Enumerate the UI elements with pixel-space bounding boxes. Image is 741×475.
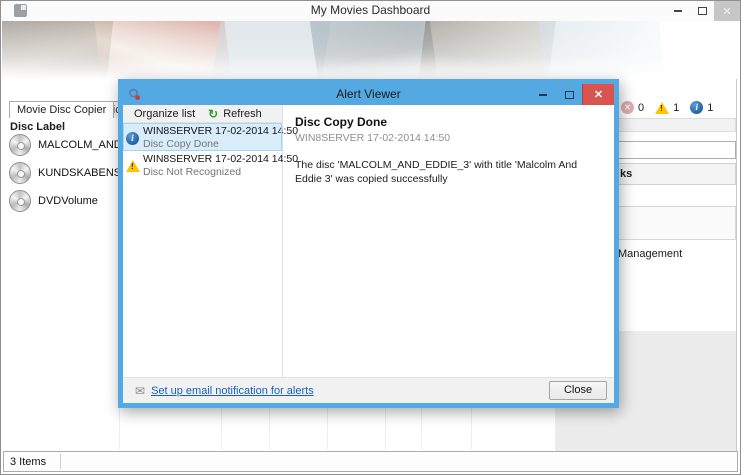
dialog-window-controls: ✕ <box>530 84 614 105</box>
grid-line <box>471 406 472 450</box>
disc-icon <box>9 190 31 212</box>
alert-detail-panel: Disc Copy Done WIN8SERVER 17-02-2014 14:… <box>283 105 614 377</box>
close-icon: ✕ <box>722 5 732 18</box>
window-title: My Movies Dashboard <box>310 3 431 17</box>
alert-detail-message: The disc 'MALCOLM_AND_EDDIE_3' with titl… <box>295 159 578 186</box>
error-count: 0 <box>638 101 645 114</box>
status-bar-separator <box>60 454 62 469</box>
management-label: Management <box>618 248 683 260</box>
minimize-icon <box>539 93 547 96</box>
alert-list-item[interactable]: ! WIN8SERVER 17-02-2014 14:50 Disc Not R… <box>123 151 299 179</box>
disc-row[interactable]: DVDVolume <box>9 188 98 214</box>
info-icon: i <box>690 101 704 114</box>
info-icon: i <box>126 132 139 145</box>
error-icon: ✕ <box>621 101 634 114</box>
dialog-titlebar: Alert Viewer ✕ <box>123 84 614 105</box>
main-window: My Movies Dashboard ✕ Movie Disc Copier … <box>0 0 741 475</box>
right-panel-border <box>736 79 737 451</box>
close-button[interactable]: ✕ <box>714 1 740 21</box>
tasks-label-fragment: ks <box>620 168 633 180</box>
alert-detail-source: WIN8SERVER 17-02-2014 14:50 <box>295 132 451 144</box>
banner-fade-overlay <box>2 21 740 79</box>
alert-source: WIN8SERVER 17-02-2014 14:50 <box>143 125 299 137</box>
banner-collage <box>2 21 740 79</box>
refresh-button[interactable]: Refresh <box>223 108 262 120</box>
tab-movie-disc-copier[interactable]: Movie Disc Copier <box>9 101 115 118</box>
organize-list-button[interactable]: Organize list <box>134 108 195 120</box>
grid-line <box>385 406 386 450</box>
error-glyph: ✕ <box>624 103 631 112</box>
refresh-icon: ↻ <box>208 106 219 121</box>
alert-summary: Disc Copy Done <box>143 138 219 150</box>
grid-line <box>269 406 270 450</box>
right-panel-background <box>555 408 736 451</box>
status-bar: 3 Items <box>3 451 738 472</box>
info-glyph: i <box>695 102 698 112</box>
alert-source: WIN8SERVER 17-02-2014 14:50 <box>143 153 299 165</box>
maximize-icon <box>697 7 707 15</box>
alert-list-toolbar: Organize list ↻ Refresh <box>123 105 282 123</box>
dialog-close-button[interactable]: ✕ <box>582 84 614 105</box>
disc-icon <box>9 134 31 156</box>
tab-label: Movie Disc Copier <box>17 104 107 116</box>
warning-count: 1 <box>673 101 680 114</box>
disc-icon <box>9 162 31 184</box>
info-glyph: i <box>131 133 134 143</box>
alert-summary: Disc Not Recognized <box>143 166 242 178</box>
maximize-button[interactable] <box>690 1 714 21</box>
grid-line <box>221 406 222 450</box>
email-notification-link[interactable]: Set up email notification for alerts <box>151 385 314 397</box>
dialog-minimize-button[interactable] <box>530 84 556 105</box>
email-icon: ✉ <box>135 383 146 398</box>
alert-list-panel: Organize list ↻ Refresh i WIN8SERVER 17-… <box>123 105 299 377</box>
main-titlebar: My Movies Dashboard ✕ <box>1 1 740 21</box>
dialog-maximize-button[interactable] <box>556 84 582 105</box>
dialog-close-action-button[interactable]: Close <box>549 381 607 400</box>
warning-icon: ! <box>126 160 140 172</box>
alert-list-item[interactable]: i WIN8SERVER 17-02-2014 14:50 Disc Copy … <box>123 123 299 151</box>
minimize-icon <box>674 10 682 12</box>
grid-line <box>119 406 120 450</box>
warning-glyph: ! <box>131 162 134 171</box>
info-count: 1 <box>707 101 714 114</box>
minimize-button[interactable] <box>666 1 690 21</box>
window-controls: ✕ <box>666 1 740 21</box>
maximize-icon <box>564 90 574 99</box>
grid-line <box>421 406 422 450</box>
dialog-footer: ✉ Set up email notification for alerts C… <box>123 377 614 403</box>
alert-counters[interactable]: ✕ 0 ! 1 i 1 <box>621 101 720 114</box>
disc-label: DVDVolume <box>38 195 98 207</box>
warning-icon-wrap: ! <box>126 160 140 172</box>
alert-viewer-dialog: Alert Viewer ✕ Organize list ↻ Refresh i… <box>118 79 619 408</box>
close-icon: ✕ <box>593 89 604 101</box>
items-count: 3 Items <box>10 455 47 468</box>
dialog-body: Organize list ↻ Refresh i WIN8SERVER 17-… <box>123 105 614 377</box>
alert-detail-title: Disc Copy Done <box>295 115 388 129</box>
warning-glyph: ! <box>660 103 663 113</box>
grid-line <box>327 406 328 450</box>
warning-icon: ! <box>655 101 670 114</box>
